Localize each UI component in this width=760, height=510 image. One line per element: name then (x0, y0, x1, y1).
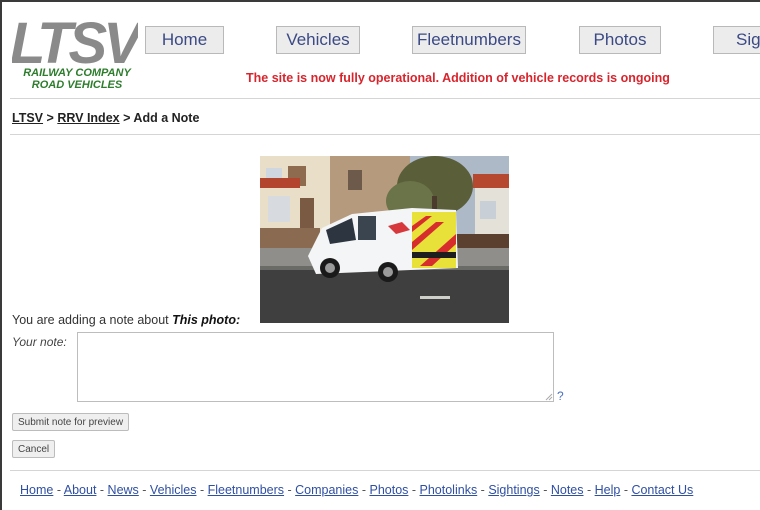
breadcrumb-separator: > (123, 111, 131, 125)
note-help-link[interactable]: ? (557, 389, 564, 403)
note-subject: This photo: (172, 313, 241, 327)
cancel-button[interactable]: Cancel (12, 440, 56, 458)
page-border-left (0, 0, 2, 510)
resize-grip-icon[interactable] (545, 393, 553, 401)
nav-home-button[interactable]: Home (145, 26, 224, 54)
footer-link-sightings[interactable]: Sightings (488, 483, 539, 497)
footer-link-vehicles[interactable]: Vehicles (150, 483, 197, 497)
footer-link-photos[interactable]: Photos (369, 483, 408, 497)
header-divider (10, 98, 760, 99)
tagline-line-2: ROAD VEHICLES (31, 79, 123, 91)
breadcrumb-separator: > (46, 111, 54, 125)
footer-separator: - (138, 483, 150, 497)
nav-photos-button[interactable]: Photos (579, 26, 661, 54)
footer-link-help[interactable]: Help (595, 483, 621, 497)
footer-link-fleetnumbers[interactable]: Fleetnumbers (208, 483, 284, 497)
footer-link-photolinks[interactable]: Photolinks (420, 483, 478, 497)
logo-wordmark: LTSV (12, 16, 138, 66)
footer-divider (10, 470, 760, 471)
logo-tagline: RAILWAY COMPANY ROAD VEHICLES (12, 67, 142, 91)
footer-nav: Home - About - News - Vehicles - Fleetnu… (20, 483, 693, 497)
footer-separator: - (196, 483, 208, 497)
site-notice: The site is now fully operational. Addit… (246, 71, 670, 85)
note-field-label: Your note: (12, 335, 67, 349)
breadcrumb-divider (10, 134, 760, 135)
note-subject-line: You are adding a note about This photo: (12, 313, 240, 327)
footer-separator: - (620, 483, 632, 497)
footer-separator: - (358, 483, 370, 497)
footer-separator: - (53, 483, 64, 497)
breadcrumb: LTSV > RRV Index > Add a Note (12, 111, 199, 125)
footer-separator: - (284, 483, 296, 497)
footer-link-home[interactable]: Home (20, 483, 53, 497)
footer-link-notes[interactable]: Notes (551, 483, 584, 497)
note-intro-text: You are adding a note about (12, 313, 169, 327)
breadcrumb-current: Add a Note (133, 111, 200, 125)
footer-link-about[interactable]: About (64, 483, 97, 497)
footer-separator: - (539, 483, 551, 497)
footer-link-contact-us[interactable]: Contact Us (631, 483, 693, 497)
breadcrumb-rrv-index-link[interactable]: RRV Index (57, 111, 119, 125)
ltsv-logo[interactable]: LTSV (12, 16, 138, 66)
page-border-top (0, 0, 760, 2)
tagline-line-1: RAILWAY COMPANY (23, 67, 131, 79)
nav-vehicles-button[interactable]: Vehicles (276, 26, 360, 54)
note-textarea[interactable] (77, 332, 554, 402)
footer-separator: - (96, 483, 108, 497)
nav-fleetnumbers-button[interactable]: Fleetnumbers (412, 26, 526, 54)
footer-separator: - (408, 483, 420, 497)
footer-separator: - (583, 483, 595, 497)
footer-link-news[interactable]: News (108, 483, 139, 497)
breadcrumb-ltsv-link[interactable]: LTSV (12, 111, 43, 125)
footer-link-companies[interactable]: Companies (295, 483, 358, 497)
submit-note-button[interactable]: Submit note for preview (12, 413, 130, 431)
vehicle-photo (260, 156, 509, 323)
nav-sightings-button[interactable]: Sight (713, 26, 760, 54)
footer-separator: - (477, 483, 489, 497)
